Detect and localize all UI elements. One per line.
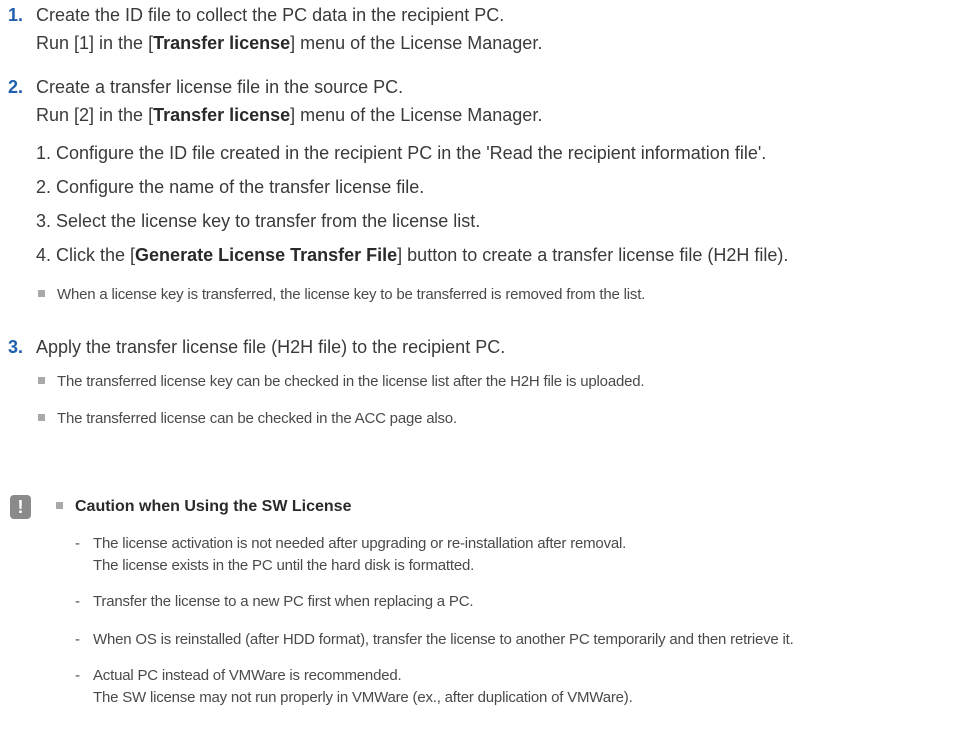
caution-heading: Caution when Using the SW License: [56, 496, 351, 518]
manual-page: 1. Create the ID file to collect the PC d…: [0, 0, 977, 733]
step-3-note-2: The transferred license can be checked i…: [38, 409, 457, 429]
square-bullet-icon: [38, 377, 45, 384]
dash-marker: -: [75, 631, 80, 648]
run-suffix: ] menu of the License Manager.: [290, 33, 543, 53]
caution-item-1: - The license activation is not needed af…: [75, 534, 626, 554]
dash-marker: -: [75, 667, 80, 684]
substep-3: 3. Select the license key to transfer fr…: [36, 211, 481, 231]
substep-4-suffix: ] button to create a transfer license fi…: [397, 245, 789, 265]
square-bullet-icon: [38, 414, 45, 421]
menu-name: Transfer license: [153, 105, 291, 125]
step-2-note: When a license key is transferred, the l…: [38, 285, 645, 305]
run-prefix: Run [1] in the [: [36, 33, 154, 53]
substep-4: 4. Click the [Generate License Transfer …: [36, 243, 788, 267]
note-text: When a license key is transferred, the l…: [57, 286, 646, 303]
caution-text: The license activation is not needed aft…: [93, 535, 627, 552]
step-2: 2. Create a transfer license file in the …: [8, 75, 403, 99]
step-title: Create a transfer license file in the so…: [36, 77, 404, 97]
run-prefix: Run [2] in the [: [36, 105, 154, 125]
step-1-run-line: Run [1] in the [Transfer license] menu o…: [36, 31, 542, 55]
step-number: 2.: [8, 77, 24, 97]
square-bullet-icon: [38, 290, 45, 297]
note-text: The transferred license can be checked i…: [57, 410, 457, 427]
caution-item-4-cont: The SW license may not run properly in V…: [75, 688, 633, 708]
square-bullet-icon: [56, 502, 63, 509]
step-2-run-line: Run [2] in the [Transfer license] menu o…: [36, 103, 542, 127]
caution-item-4: - Actual PC instead of VMWare is recommen…: [75, 666, 402, 686]
caution-text: The SW license may not run properly in V…: [93, 689, 633, 706]
step-number: 1.: [8, 5, 24, 25]
step-number: 3.: [8, 337, 24, 357]
caution-text: The license exists in the PC until the h…: [93, 557, 475, 574]
dash-marker: -: [75, 593, 80, 610]
caution-title: Caution when Using the SW License: [75, 498, 352, 515]
caution-text: When OS is reinstalled (after HDD format…: [93, 631, 794, 648]
step-3: 3. Apply the transfer license file (H2H f…: [8, 335, 505, 359]
caution-item-2: - Transfer the license to a new PC first …: [75, 592, 474, 612]
caution-icon: !: [10, 495, 31, 519]
button-name: Generate License Transfer File: [135, 245, 398, 265]
caution-item-1-cont: The license exists in the PC until the h…: [75, 556, 474, 576]
caution-text: Actual PC instead of VMWare is recommend…: [93, 667, 402, 684]
step-3-note-1: The transferred license key can be check…: [38, 372, 645, 392]
substep-2: 2. Configure the name of the transfer li…: [36, 177, 425, 197]
caution-item-3: - When OS is reinstalled (after HDD forma…: [75, 630, 794, 650]
caution-text: Transfer the license to a new PC first w…: [93, 593, 474, 610]
step-title: Create the ID file to collect the PC dat…: [36, 5, 505, 25]
dash-marker: -: [75, 535, 80, 552]
menu-name: Transfer license: [153, 33, 291, 53]
substep-1: 1. Configure the ID file created in the …: [36, 143, 767, 163]
substep-4-prefix: 4. Click the [: [36, 245, 136, 265]
run-suffix: ] menu of the License Manager.: [290, 105, 543, 125]
note-text: The transferred license key can be check…: [57, 373, 645, 390]
step-title: Apply the transfer license file (H2H fil…: [36, 337, 506, 357]
step-1: 1. Create the ID file to collect the PC d…: [8, 3, 504, 27]
